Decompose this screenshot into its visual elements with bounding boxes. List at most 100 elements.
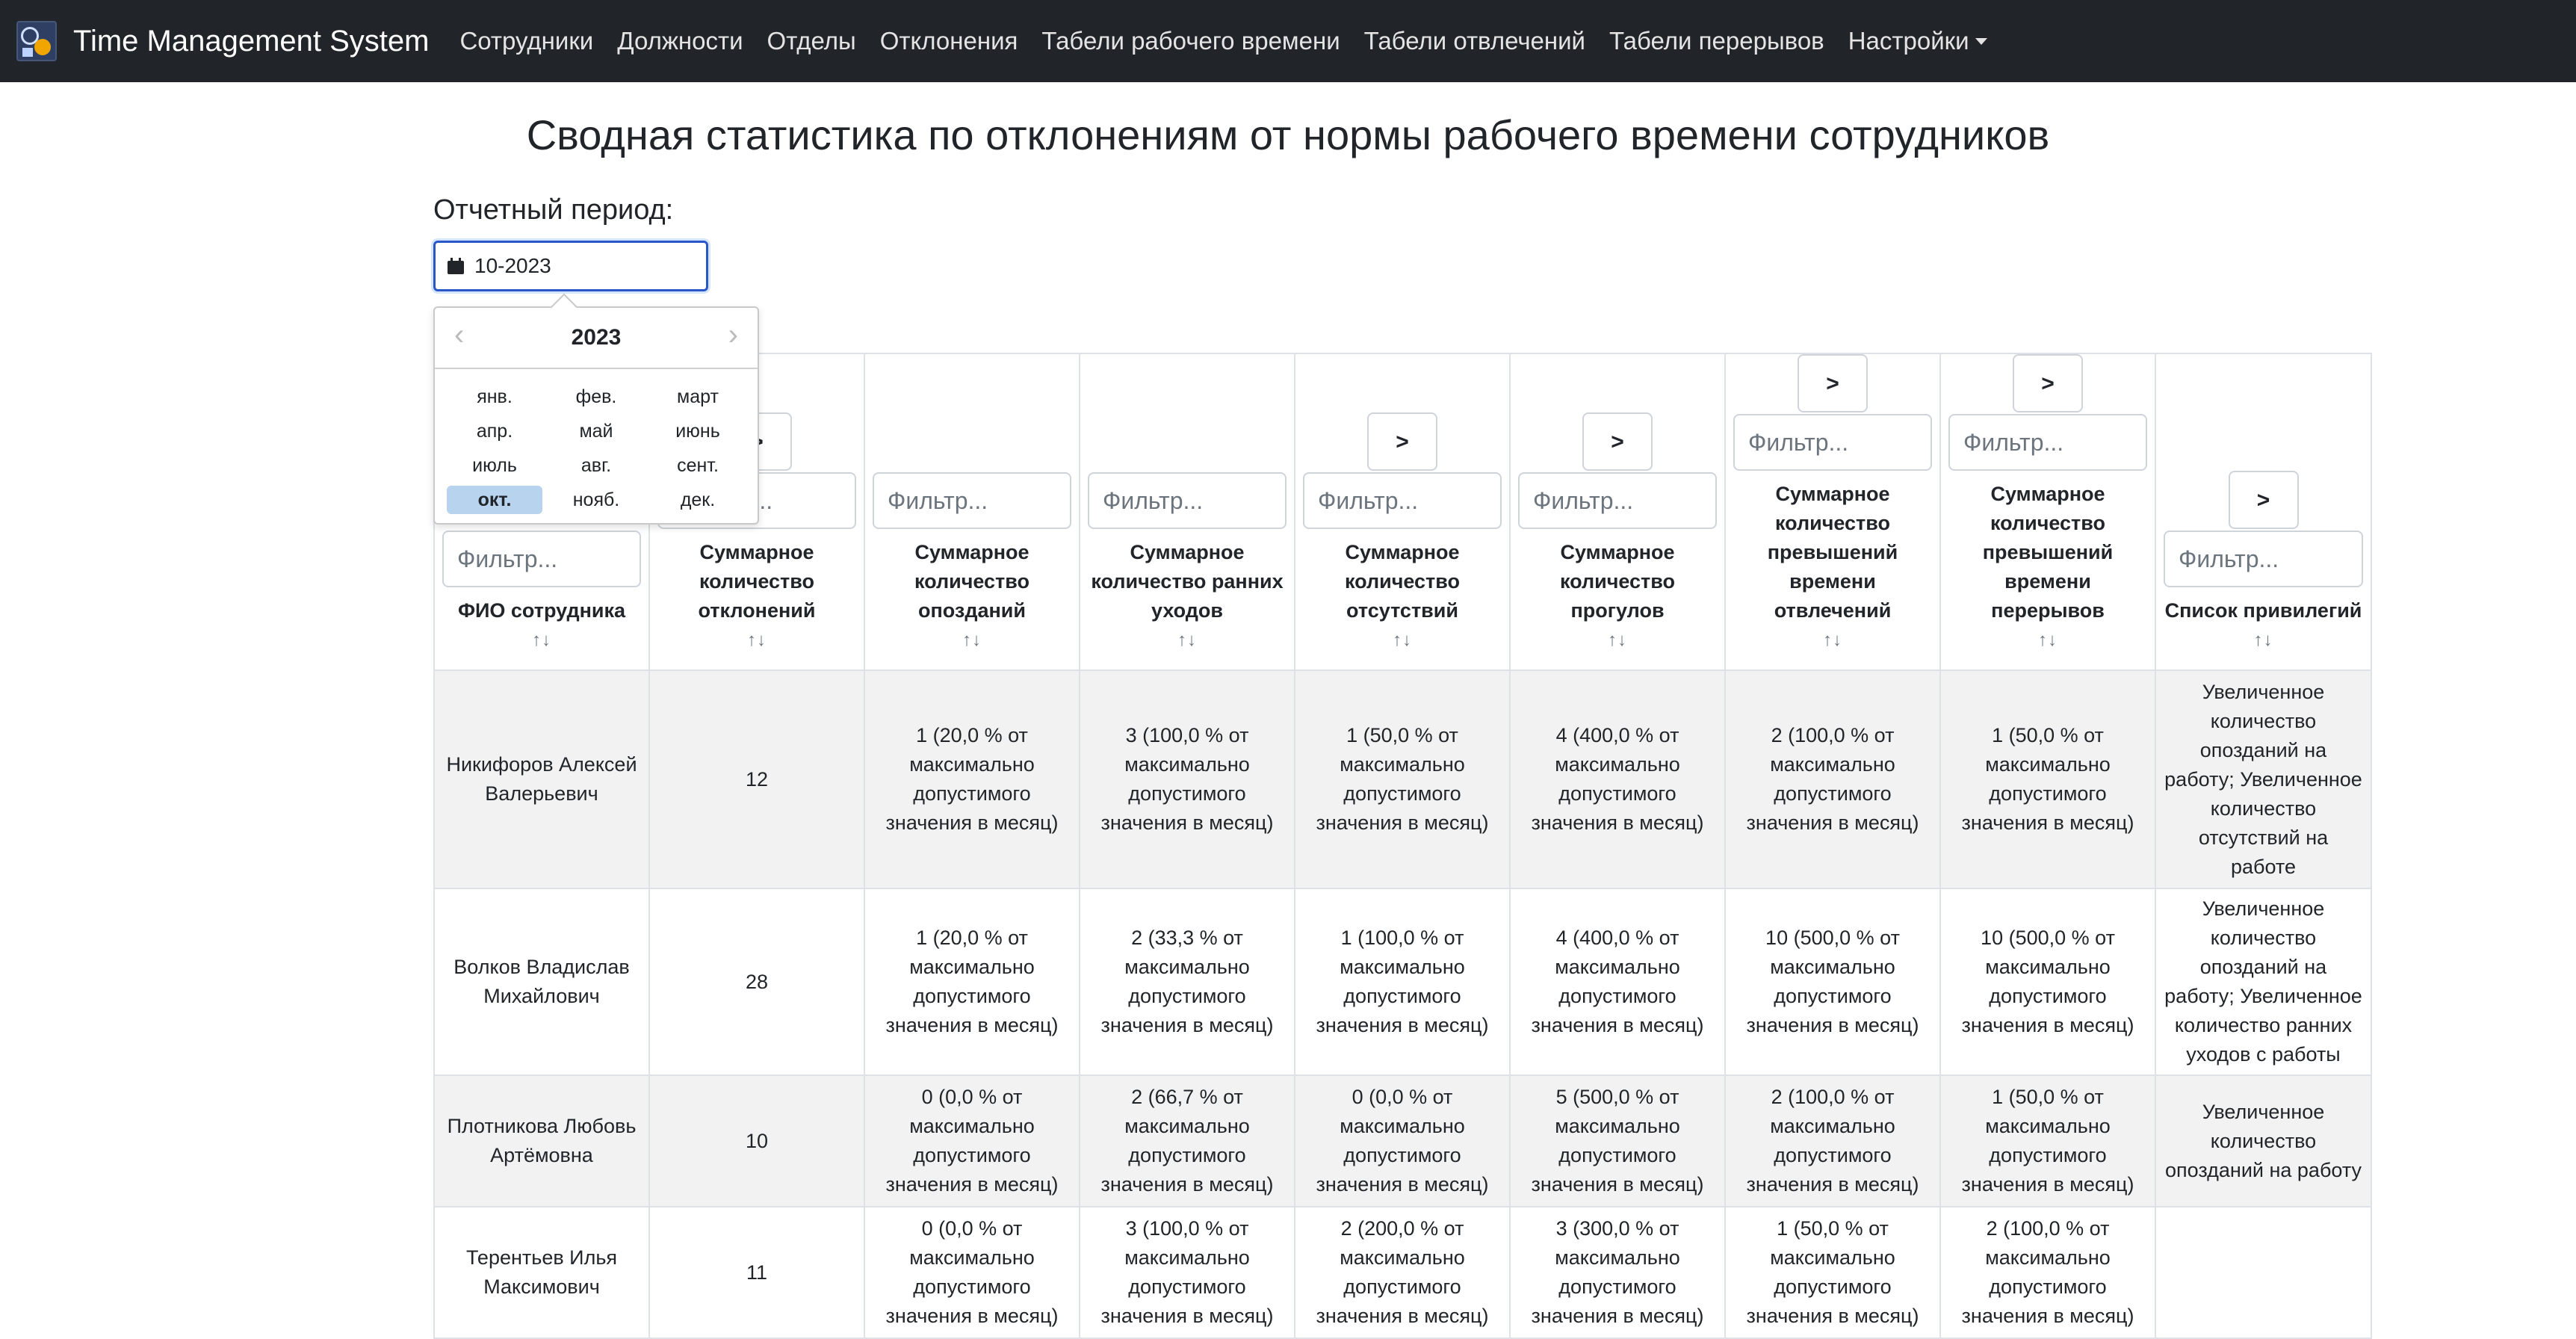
col-header-label: ФИО сотрудника (457, 599, 626, 622)
picker-year-switch[interactable]: 2023 (572, 325, 622, 350)
nav-item-positions[interactable]: Должности (605, 27, 755, 55)
cell-truancy: 4 (400,0 % от максимально допустимого зн… (1509, 888, 1726, 1076)
cell-breaks: 1 (50,0 % от максимально допустимого зна… (1939, 670, 2156, 889)
cell-privileges (2155, 1206, 2372, 1339)
cell-late: 0 (0,0 % от максимально допустимого знач… (864, 1206, 1080, 1339)
cell-distraction: 2 (100,0 % от максимально допустимого зн… (1724, 1074, 1941, 1207)
nav-item-departments[interactable]: Отделы (755, 27, 868, 55)
period-label: Отчетный период: (433, 194, 674, 226)
filter-input-name[interactable]: Фильтр... (442, 531, 641, 587)
month-option[interactable]: авг. (548, 448, 644, 483)
month-option[interactable]: июнь (650, 414, 746, 448)
table-row: Плотникова Любовь Артёмовна 10 0 (0,0 % … (433, 1074, 2372, 1207)
month-option[interactable]: март (650, 380, 746, 414)
table-row: Волков Владислав Михайлович 28 1 (20,0 %… (433, 888, 2372, 1076)
nav-item-employees[interactable]: Сотрудники (448, 27, 605, 55)
col-header-label: Суммарное количество опозданий (914, 541, 1030, 622)
compare-operator-button[interactable]: > (2228, 471, 2299, 529)
col-header-label: Суммарное количество прогулов (1559, 541, 1676, 622)
cell-name: Терентьев Илья Максимович (433, 1206, 650, 1339)
month-option[interactable]: июль (447, 448, 542, 483)
cell-name: Никифоров Алексей Валерьевич (433, 670, 650, 889)
sort-icon[interactable]: ↑↓ (962, 625, 982, 655)
compare-operator-button[interactable]: > (2013, 354, 2083, 412)
top-navbar: Time Management System Сотрудники Должно… (0, 0, 2576, 82)
cell-absent: 1 (50,0 % от максимально допустимого зна… (1294, 670, 1511, 889)
nav-item-settings-dropdown[interactable]: Настройки (1836, 27, 1999, 55)
period-input[interactable]: 10-2023 (433, 241, 708, 291)
sort-icon[interactable]: ↑↓ (1608, 625, 1627, 655)
month-option-selected[interactable]: окт. (447, 486, 542, 514)
sort-icon[interactable]: ↑↓ (1393, 625, 1412, 655)
cell-total: 10 (648, 1074, 865, 1207)
col-header-label: Суммарное количество отсутствий (1344, 541, 1461, 622)
prev-year-icon[interactable]: ‹ (454, 318, 464, 352)
col-header-truancy: > Фильтр... Суммарное количество прогуло… (1509, 353, 1726, 671)
col-header-label: Суммарное количество превышений времени … (1982, 483, 2114, 622)
cell-early: 3 (100,0 % от максимально допустимого зн… (1079, 670, 1295, 889)
filter-input-late[interactable]: Фильтр... (873, 472, 1071, 529)
month-option[interactable]: янв. (447, 380, 542, 414)
col-header-label: Суммарное количество превышений времени … (1767, 483, 1898, 622)
cell-early: 2 (33,3 % от максимально допустимого зна… (1079, 888, 1295, 1076)
cell-truancy: 3 (300,0 % от максимально допустимого зн… (1509, 1206, 1726, 1339)
filter-input-truancy[interactable]: Фильтр... (1518, 472, 1717, 529)
col-header-breaks: > Фильтр... Суммарное количество превыше… (1939, 353, 2156, 671)
filter-input-early[interactable]: Фильтр... (1088, 472, 1287, 529)
month-option[interactable]: нояб. (548, 483, 644, 517)
col-header-distraction: > Фильтр... Суммарное количество превыше… (1724, 353, 1941, 671)
calendar-icon (448, 258, 464, 274)
brand-link[interactable]: Time Management System (16, 21, 429, 61)
month-option[interactable]: дек. (650, 483, 746, 517)
filter-input-absent[interactable]: Фильтр... (1303, 472, 1502, 529)
filter-input-privileges[interactable]: Фильтр... (2164, 531, 2363, 587)
month-option[interactable]: апр. (447, 414, 542, 448)
cell-distraction: 1 (50,0 % от максимально допустимого зна… (1724, 1206, 1941, 1339)
sort-icon[interactable]: ↑↓ (1823, 625, 1842, 655)
sort-icon[interactable]: ↑↓ (532, 625, 551, 655)
period-value: 10-2023 (474, 254, 551, 277)
compare-operator-button[interactable]: > (1798, 354, 1868, 412)
cell-absent: 0 (0,0 % от максимально допустимого знач… (1294, 1074, 1511, 1207)
sort-icon[interactable]: ↑↓ (747, 625, 767, 655)
cell-distraction: 10 (500,0 % от максимально допустимого з… (1724, 888, 1941, 1076)
nav-item-break-sheets[interactable]: Табели перерывов (1597, 27, 1836, 55)
month-option[interactable]: май (548, 414, 644, 448)
cell-breaks: 2 (100,0 % от максимально допустимого зн… (1939, 1206, 2156, 1339)
cell-truancy: 4 (400,0 % от максимально допустимого зн… (1509, 670, 1726, 889)
compare-operator-button[interactable]: > (1367, 412, 1437, 471)
cell-name: Волков Владислав Михайлович (433, 888, 650, 1076)
cell-total: 28 (648, 888, 865, 1076)
cell-early: 2 (66,7 % от максимально допустимого зна… (1079, 1074, 1295, 1207)
cell-absent: 1 (100,0 % от максимально допустимого зн… (1294, 888, 1511, 1076)
filter-input-distraction[interactable]: Фильтр... (1733, 414, 1932, 471)
month-option[interactable]: фев. (548, 380, 644, 414)
cell-privileges: Увеличенное количество опозданий на рабо… (2155, 1074, 2372, 1207)
nav-menu: Сотрудники Должности Отделы Отклонения Т… (448, 27, 1998, 55)
sort-icon[interactable]: ↑↓ (2254, 625, 2273, 655)
cell-total: 11 (648, 1206, 865, 1339)
cell-absent: 2 (200,0 % от максимально допустимого зн… (1294, 1206, 1511, 1339)
filter-input-breaks[interactable]: Фильтр... (1948, 414, 2147, 471)
col-header-label: Суммарное количество ранних уходов (1091, 541, 1284, 622)
col-header-absent: > Фильтр... Суммарное количество отсутст… (1294, 353, 1511, 671)
col-header-late: Фильтр... Суммарное количество опозданий… (864, 353, 1080, 671)
cell-breaks: 1 (50,0 % от максимально допустимого зна… (1939, 1074, 2156, 1207)
cell-truancy: 5 (500,0 % от максимально допустимого зн… (1509, 1074, 1726, 1207)
cell-late: 0 (0,0 % от максимально допустимого знач… (864, 1074, 1080, 1207)
month-grid: янв. фев. март апр. май июнь июль авг. с… (435, 369, 758, 517)
next-year-icon[interactable]: › (728, 318, 738, 352)
table-row: Терентьев Илья Максимович 11 0 (0,0 % от… (433, 1206, 2372, 1339)
col-header-label: Суммарное количество отклонений (698, 541, 816, 622)
month-picker-popup: ‹ 2023 › янв. фев. март апр. май июнь ию… (433, 306, 759, 525)
brand-title: Time Management System (73, 24, 430, 58)
compare-operator-button[interactable]: > (1582, 412, 1653, 471)
nav-item-distraction-sheets[interactable]: Табели отвлечений (1352, 27, 1597, 55)
nav-item-timesheets[interactable]: Табели рабочего времени (1030, 27, 1352, 55)
nav-item-deviations[interactable]: Отклонения (868, 27, 1030, 55)
cell-privileges: Увеличенное количество опозданий на рабо… (2155, 888, 2372, 1076)
sort-icon[interactable]: ↑↓ (2038, 625, 2058, 655)
cell-late: 1 (20,0 % от максимально допустимого зна… (864, 670, 1080, 889)
sort-icon[interactable]: ↑↓ (1177, 625, 1197, 655)
month-option[interactable]: сент. (650, 448, 746, 483)
